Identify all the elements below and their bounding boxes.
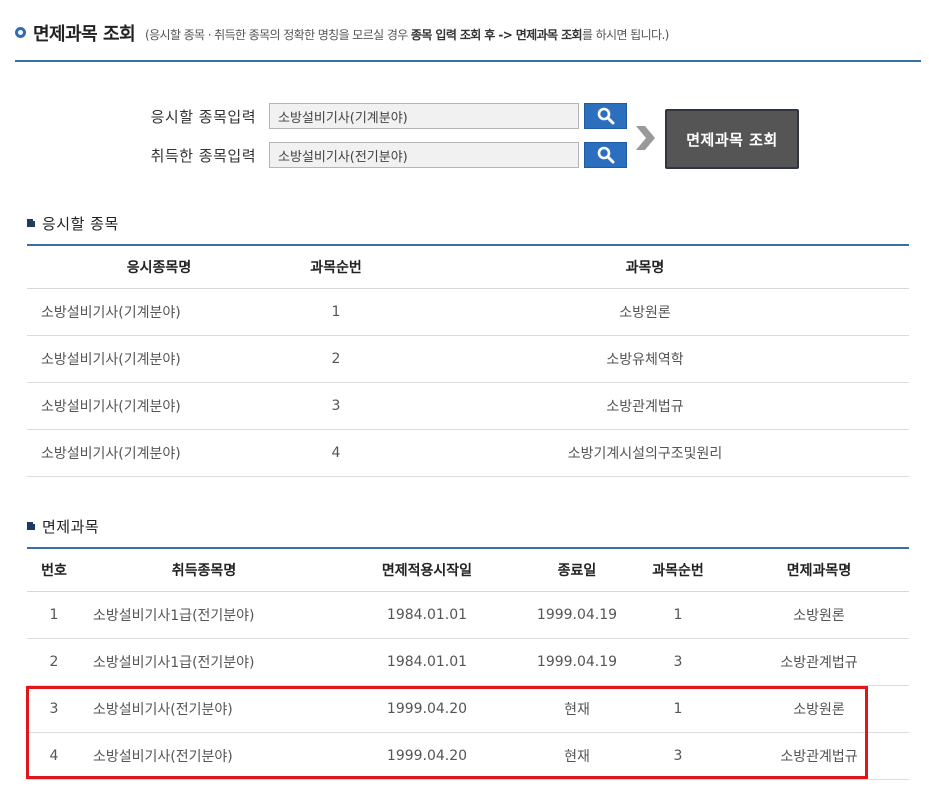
section-bullet-icon [27,217,37,227]
cell-course-name: 소방유체역학 [381,335,909,383]
cell-subject-name: 소방설비기사(기계분야) [27,382,291,430]
search-icon [597,107,614,125]
apply-subject-input[interactable] [269,103,579,129]
cell-exempt-course: 소방관계법규 [729,732,909,780]
cell-end-date: 현재 [527,685,627,733]
table-row: 소방설비기사(기계분야) 1 소방원론 [27,288,909,336]
cell-end-date: 1999.04.19 [527,638,627,686]
cell-order: 4 [291,429,381,477]
apply-section-title-text: 응시할 종목 [42,215,119,233]
title-bullet-icon [15,27,26,38]
table-row: 1 소방설비기사1급(전기분야) 1984.01.01 1999.04.19 1… [27,591,909,639]
cell-owned-subject: 소방설비기사1급(전기분야) [81,638,327,686]
cell-number: 1 [27,591,81,639]
table-header-row: 응시종목명 과목순번 과목명 [27,245,909,288]
cell-course-name: 소방관계법규 [381,382,909,430]
cell-order: 3 [627,732,729,780]
cell-exempt-course: 소방원론 [729,591,909,639]
exempt-section-title: 면제과목 [27,516,99,537]
table-row: 2 소방설비기사1급(전기분야) 1984.01.01 1999.04.19 3… [27,638,909,686]
table-row: 소방설비기사(기계분야) 3 소방관계법규 [27,382,909,430]
column-header: 과목순번 [310,259,362,276]
description-text-2: 를 하시면 됩니다.) [581,28,669,42]
search-area: 응시할 종목입력 취득한 종목입력 면제과목 조회 [0,100,929,180]
owned-field-label: 취득한 종목입력 [150,147,256,165]
table-header-row: 번호 취득종목명 면제적용시작일 종료일 과목순번 면제과목명 [27,548,909,591]
apply-search-button[interactable] [584,103,627,129]
owned-search-button[interactable] [584,142,627,168]
cell-number: 2 [27,638,81,686]
cell-exempt-course: 소방관계법규 [729,638,909,686]
cell-course-name: 소방기계시설의구조및원리 [381,429,909,477]
column-header: 과목명 [625,259,665,276]
cell-course-name: 소방원론 [381,288,909,336]
page-header: 면제과목 조회 (응시할 종목 · 취득한 종목의 정확한 명칭을 모르실 경우… [15,18,921,62]
cell-end-date: 현재 [527,732,627,780]
page-title: 면제과목 조회 [33,24,136,45]
cell-start-date: 1999.04.20 [327,685,527,733]
cell-order: 3 [627,638,729,686]
description-text-1: (응시할 종목 · 취득한 종목의 정확한 명칭을 모르실 경우 [145,28,411,42]
cell-number: 4 [27,732,81,780]
column-header: 번호 [41,562,67,579]
column-header: 면제과목명 [786,562,852,579]
exemption-lookup-button[interactable]: 면제과목 조회 [665,109,799,169]
cell-subject-name: 소방설비기사(기계분야) [27,288,291,336]
column-header: 면제적용시작일 [381,562,473,579]
cell-start-date: 1984.01.01 [327,591,527,639]
description-emphasis: 종목 입력 조회 후 -> 면제과목 조회 [410,28,583,42]
cell-end-date: 1999.04.19 [527,591,627,639]
column-header: 종료일 [557,562,597,579]
exempt-section-title-text: 면제과목 [42,518,100,536]
cell-owned-subject: 소방설비기사(전기분야) [81,685,327,733]
section-bullet-icon [27,520,37,530]
exempt-subjects-table: 번호 취득종목명 면제적용시작일 종료일 과목순번 면제과목명 1 소방설비기사… [27,547,909,780]
table-row: 3 소방설비기사(전기분야) 1999.04.20 현재 1 소방원론 [27,685,909,733]
cell-order: 2 [291,335,381,383]
cell-number: 3 [27,685,81,733]
column-header: 과목순번 [652,562,704,579]
cell-order: 3 [291,382,381,430]
apply-subjects-table: 응시종목명 과목순번 과목명 소방설비기사(기계분야) 1 소방원론 소방설비기… [27,244,909,477]
cell-order: 1 [627,685,729,733]
search-icon [597,146,614,164]
column-header: 응시종목명 [126,259,192,276]
cell-subject-name: 소방설비기사(기계분야) [27,429,291,477]
table-row: 소방설비기사(기계분야) 2 소방유체역학 [27,335,909,383]
chevron-right-icon [636,126,655,150]
table-row: 4 소방설비기사(전기분야) 1999.04.20 현재 3 소방관계법규 [27,732,909,780]
page-description: (응시할 종목 · 취득한 종목의 정확한 명칭을 모르실 경우 종목 입력 조… [145,26,669,43]
cell-start-date: 1999.04.20 [327,732,527,780]
apply-section-title: 응시할 종목 [27,213,119,234]
cell-owned-subject: 소방설비기사(전기분야) [81,732,327,780]
cell-owned-subject: 소방설비기사1급(전기분야) [81,591,327,639]
column-header: 취득종목명 [171,562,237,579]
cell-order: 1 [627,591,729,639]
owned-subject-input[interactable] [269,142,579,168]
cell-order: 1 [291,288,381,336]
cell-start-date: 1984.01.01 [327,638,527,686]
cell-subject-name: 소방설비기사(기계분야) [27,335,291,383]
table-row: 소방설비기사(기계분야) 4 소방기계시설의구조및원리 [27,429,909,477]
cell-exempt-course: 소방원론 [729,685,909,733]
apply-field-label: 응시할 종목입력 [150,108,256,126]
